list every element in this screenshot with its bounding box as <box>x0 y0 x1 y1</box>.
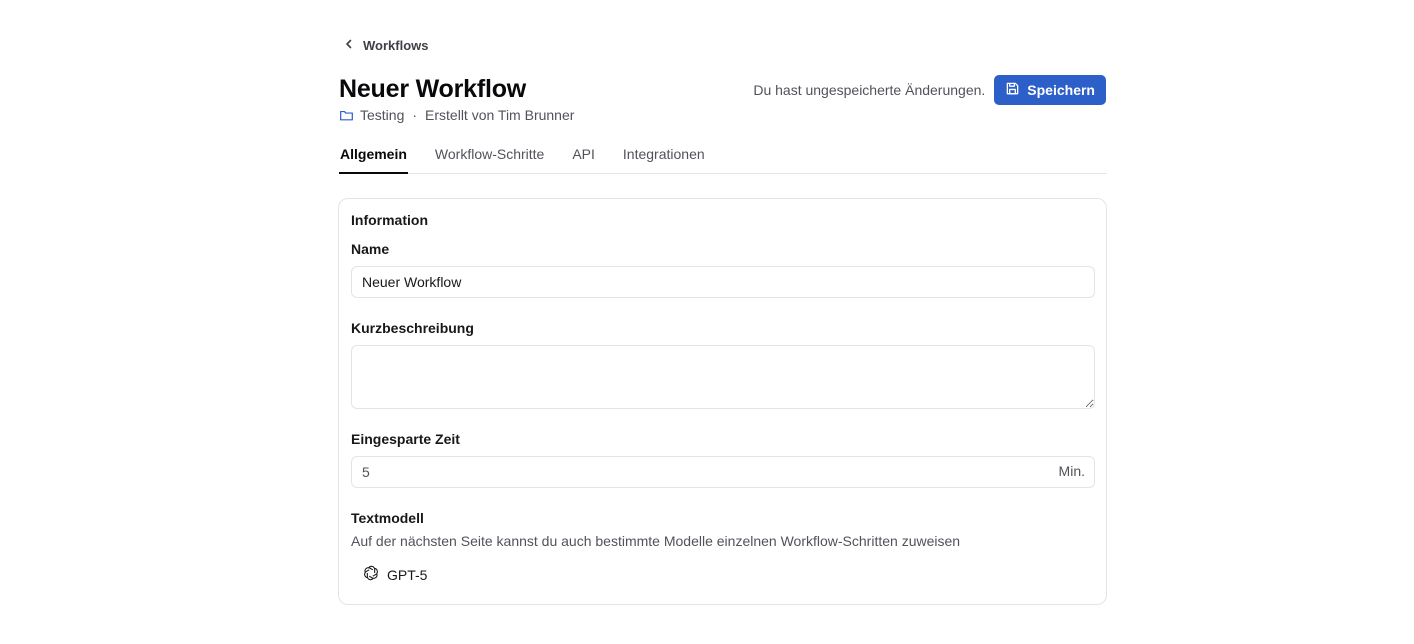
description-textarea[interactable] <box>351 345 1095 409</box>
section-title: Information <box>351 212 428 228</box>
tab-allgemein[interactable]: Allgemein <box>339 142 408 174</box>
header-actions: Du hast ungespeicherte Änderungen. Speic… <box>753 75 1106 105</box>
save-button-label: Speichern <box>1027 82 1095 98</box>
tab-integrations[interactable]: Integrationen <box>622 142 706 173</box>
tab-bar: Allgemein Workflow-Schritte API Integrat… <box>339 142 1107 174</box>
header-left: Neuer Workflow Testing · Erstellt von Ti… <box>339 72 574 123</box>
page: Workflows Neuer Workflow Testing · Erste… <box>338 0 1107 605</box>
description-label: Kurzbeschreibung <box>351 320 474 336</box>
created-by: Erstellt von Tim Brunner <box>425 107 575 123</box>
chevron-left-icon <box>343 38 355 53</box>
name-label: Name <box>351 241 390 257</box>
model-select-value: GPT-5 <box>387 566 428 583</box>
text-model-label: Textmodell <box>351 510 424 526</box>
workflow-meta: Testing · Erstellt von Tim Brunner <box>339 107 574 123</box>
tab-api[interactable]: API <box>571 142 596 173</box>
page-title: Neuer Workflow <box>339 75 527 103</box>
model-select[interactable]: GPT-5 <box>363 565 427 584</box>
saved-time-field: Min. <box>351 456 1095 488</box>
saved-time-unit: Min. <box>1058 463 1085 479</box>
tab-workflow-steps[interactable]: Workflow-Schritte <box>434 142 545 173</box>
back-link[interactable]: Workflows <box>343 35 429 55</box>
meta-separator: · <box>412 107 418 123</box>
text-model-description: Auf der nächsten Seite kannst du auch be… <box>351 533 961 549</box>
save-button[interactable]: Speichern <box>994 75 1106 105</box>
back-link-label: Workflows <box>363 37 429 53</box>
page-header: Neuer Workflow Testing · Erstellt von Ti… <box>339 72 1107 123</box>
unsaved-notice: Du hast ungespeicherte Änderungen. <box>753 82 986 98</box>
save-icon <box>1005 81 1020 99</box>
folder-name[interactable]: Testing <box>360 107 404 123</box>
folder-icon <box>339 108 354 123</box>
name-input[interactable] <box>351 266 1095 298</box>
openai-icon <box>363 565 379 584</box>
saved-time-label: Eingesparte Zeit <box>351 431 460 447</box>
information-card: Information Name Kurzbeschreibung Einges… <box>338 198 1107 605</box>
saved-time-input[interactable] <box>351 456 1095 488</box>
